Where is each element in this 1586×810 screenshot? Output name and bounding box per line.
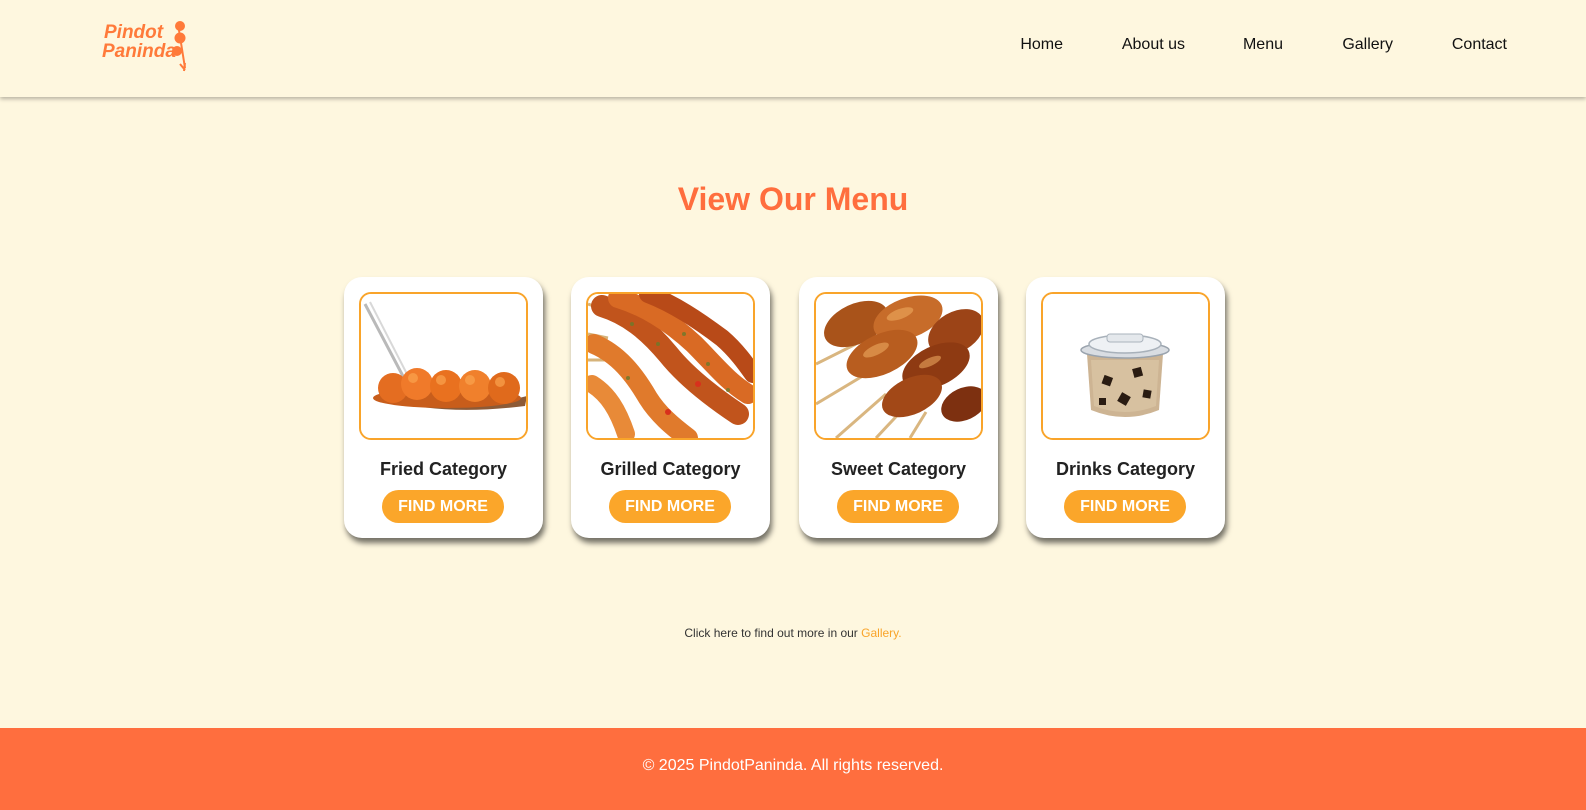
nav-home[interactable]: Home bbox=[1020, 36, 1063, 54]
copyright-text: © 2025 PindotPaninda. All rights reserve… bbox=[642, 757, 944, 774]
page: Pindot Paninda Home About us Menu Galler… bbox=[0, 0, 1586, 810]
site-header: Pindot Paninda Home About us Menu Galler… bbox=[0, 0, 1586, 97]
logo-text-line2: Paninda bbox=[102, 41, 176, 62]
card-title: Fried Category bbox=[379, 459, 508, 479]
menu-card-sweet: Sweet Category FIND MORE bbox=[799, 277, 998, 538]
page-title: View Our Menu bbox=[677, 181, 909, 217]
info-text: Click here to find out more in our bbox=[684, 626, 862, 640]
nav-menu[interactable]: Menu bbox=[1243, 36, 1283, 54]
fried-fishballs-image bbox=[359, 292, 528, 440]
card-title: Sweet Category bbox=[830, 459, 967, 479]
find-more-fried-button[interactable]: FIND MORE bbox=[382, 490, 504, 523]
gallery-link[interactable]: Gallery. bbox=[861, 626, 901, 640]
logo-text-line1: Pindot bbox=[104, 22, 164, 43]
grilled-skewers-image bbox=[586, 292, 755, 440]
nav-contact[interactable]: Contact bbox=[1452, 36, 1507, 54]
menu-card-grilled: Grilled Category FIND MORE bbox=[571, 277, 770, 538]
menu-card-fried: Fried Category FIND MORE bbox=[344, 277, 543, 538]
site-footer: © 2025 PindotPaninda. All rights reserve… bbox=[0, 728, 1586, 810]
menu-card-drinks: Drinks Category FIND MORE bbox=[1026, 277, 1225, 538]
nav-gallery[interactable]: Gallery bbox=[1342, 36, 1393, 54]
card-title: Grilled Category bbox=[600, 459, 741, 479]
find-more-grilled-button[interactable]: FIND MORE bbox=[609, 490, 731, 523]
nav-about-us[interactable]: About us bbox=[1122, 36, 1185, 54]
find-more-sweet-button[interactable]: FIND MORE bbox=[837, 490, 959, 523]
card-title: Drinks Category bbox=[1055, 459, 1196, 479]
banana-cue-image bbox=[814, 292, 983, 440]
gulaman-drink-cup-image bbox=[1041, 292, 1210, 440]
brand-logo[interactable]: Pindot Paninda bbox=[102, 16, 198, 74]
find-more-drinks-button[interactable]: FIND MORE bbox=[1064, 490, 1186, 523]
gallery-info-text: Click here to find out more in our Galle… bbox=[0, 626, 1586, 640]
